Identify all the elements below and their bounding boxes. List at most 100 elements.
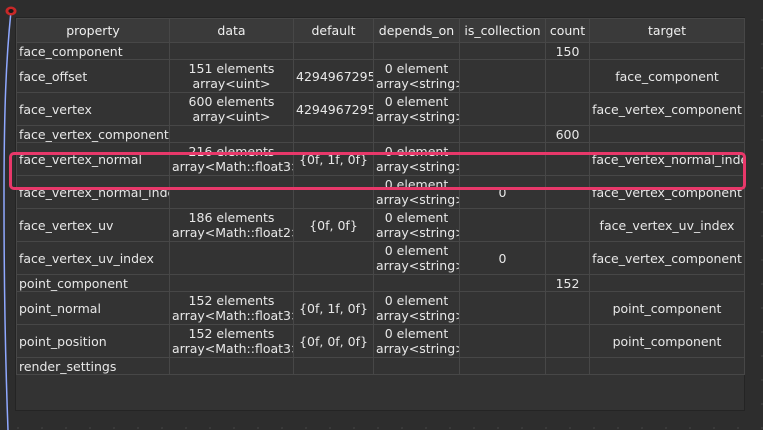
cell-dep-type: array<string>	[376, 159, 460, 174]
cell-count: 150	[545, 42, 590, 60]
cell-is-collection	[459, 357, 546, 375]
cell-default: {0f, 0f}	[293, 208, 374, 242]
cell-is-collection: 0	[459, 241, 546, 275]
cell-data-type: array<Math::float3>	[172, 341, 294, 356]
cell-depends-on	[373, 42, 460, 60]
cell-data: 216 elements array<Math::float3>	[169, 142, 294, 176]
cell-data-count: 216 elements	[188, 144, 275, 159]
cell-count	[545, 208, 590, 242]
table-row[interactable]: face_vertex_uv 186 elements array<Math::f…	[16, 208, 745, 242]
cell-count: 152	[545, 274, 590, 292]
cell-target: face_component	[589, 59, 745, 93]
cell-property: face_vertex_normal	[16, 142, 170, 176]
cell-depends-on: 0 element array<string>	[373, 92, 460, 126]
cell-data	[169, 42, 294, 60]
cell-data-count: 152 elements	[188, 326, 275, 341]
cell-data-count: 151 elements	[188, 61, 275, 76]
cell-property: point_component	[16, 274, 170, 292]
cell-target	[589, 357, 745, 375]
cell-depends-on	[373, 357, 460, 375]
cell-dep-type: array<string>	[376, 258, 460, 273]
table-row[interactable]: face_vertex_component 600	[16, 125, 745, 143]
cell-property: point_position	[16, 324, 170, 358]
cell-data	[169, 125, 294, 143]
cell-depends-on: 0 element array<string>	[373, 324, 460, 358]
table-row[interactable]: face_vertex 600 elements array<uint> 4294…	[16, 92, 745, 126]
cell-default	[293, 125, 374, 143]
table-row[interactable]: render_settings	[16, 357, 745, 375]
cell-property: face_component	[16, 42, 170, 60]
cell-data	[169, 274, 294, 292]
cell-dep-count: 0 element	[384, 210, 449, 225]
cell-depends-on: 0 element array<string>	[373, 291, 460, 325]
table-row[interactable]: point_position 152 elements array<Math::f…	[16, 324, 745, 358]
column-header-data[interactable]: data	[169, 18, 294, 43]
cell-dep-count: 0 element	[384, 94, 449, 109]
column-header-property[interactable]: property	[16, 18, 170, 43]
table-row[interactable]: face_vertex_uv_index 0 element array<stri…	[16, 241, 745, 275]
column-header-default[interactable]: default	[293, 18, 374, 43]
cell-default: {0f, 1f, 0f}	[293, 142, 374, 176]
cell-count	[545, 324, 590, 358]
properties-table: property data default depends_on is_coll…	[16, 18, 745, 375]
cell-data	[169, 241, 294, 275]
cell-default: 4294967295	[293, 59, 374, 93]
column-header-depends-on[interactable]: depends_on	[373, 18, 460, 43]
cell-target: point_component	[589, 324, 745, 358]
cell-dep-type: array<string>	[376, 225, 460, 240]
cell-data-type: array<uint>	[192, 109, 271, 124]
cell-property: face_vertex_uv	[16, 208, 170, 242]
cell-default	[293, 274, 374, 292]
cell-is-collection: 0	[459, 175, 546, 209]
cell-target	[589, 274, 745, 292]
cell-data: 152 elements array<Math::float3>	[169, 291, 294, 325]
cell-count	[545, 357, 590, 375]
cell-property: face_vertex	[16, 92, 170, 126]
cell-dep-count: 0 element	[384, 61, 449, 76]
cell-is-collection	[459, 291, 546, 325]
cell-property: face_vertex_normal_index	[16, 175, 170, 209]
table-row[interactable]: face_offset 151 elements array<uint> 4294…	[16, 59, 745, 93]
cell-dep-count: 0 element	[384, 293, 449, 308]
header-row: property data default depends_on is_coll…	[16, 18, 745, 43]
column-header-is-collection[interactable]: is_collection	[459, 18, 546, 43]
cell-dep-type: array<string>	[376, 109, 460, 124]
cell-property: face_offset	[16, 59, 170, 93]
properties-panel: property data default depends_on is_coll…	[16, 18, 745, 410]
cell-default: {0f, 0f, 0f}	[293, 324, 374, 358]
cell-depends-on: 0 element array<string>	[373, 241, 460, 275]
cell-depends-on: 0 element array<string>	[373, 208, 460, 242]
cell-default	[293, 241, 374, 275]
cell-default: 4294967295	[293, 92, 374, 126]
cell-data-type: array<uint>	[192, 76, 271, 91]
table-row[interactable]: face_component 150	[16, 42, 745, 60]
cell-target: face_vertex_component	[589, 92, 745, 126]
column-header-count[interactable]: count	[545, 18, 590, 43]
cell-count	[545, 92, 590, 126]
cell-is-collection	[459, 42, 546, 60]
table-row-highlighted[interactable]: face_vertex_normal 216 elements array<Mat…	[16, 142, 745, 176]
cell-data	[169, 175, 294, 209]
cell-dep-count: 0 element	[384, 326, 449, 341]
cell-count	[545, 142, 590, 176]
cell-dep-count: 0 element	[384, 243, 449, 258]
cell-property: face_vertex_component	[16, 125, 170, 143]
cell-property: render_settings	[16, 357, 170, 375]
cell-count	[545, 175, 590, 209]
cell-depends-on: 0 element array<string>	[373, 59, 460, 93]
cell-property: point_normal	[16, 291, 170, 325]
cell-dep-type: array<string>	[376, 192, 460, 207]
cell-dep-type: array<string>	[376, 76, 460, 91]
cell-target	[589, 42, 745, 60]
table-row[interactable]: point_normal 152 elements array<Math::flo…	[16, 291, 745, 325]
column-header-target[interactable]: target	[589, 18, 745, 43]
table-row[interactable]: point_component 152	[16, 274, 745, 292]
cell-is-collection	[459, 208, 546, 242]
cell-dep-count: 0 element	[384, 177, 449, 192]
cell-default	[293, 357, 374, 375]
table-row[interactable]: face_vertex_normal_index 0 element array<…	[16, 175, 745, 209]
pin-icon[interactable]	[5, 5, 17, 17]
cell-data-count: 600 elements	[188, 94, 275, 109]
cell-dep-type: array<string>	[376, 308, 460, 323]
cell-count: 600	[545, 125, 590, 143]
